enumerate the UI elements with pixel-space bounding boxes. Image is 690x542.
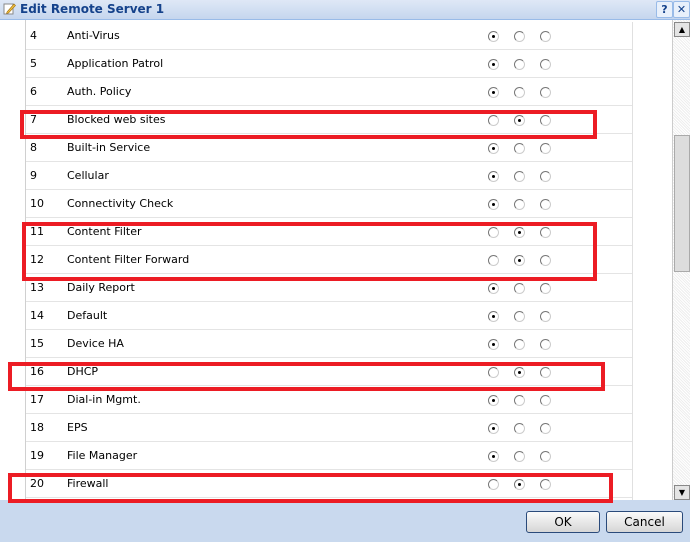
radio-option-3[interactable]: [540, 395, 551, 406]
scroll-down-button[interactable]: ▼: [674, 485, 690, 500]
radio-option-1[interactable]: [488, 395, 499, 406]
highlight-box: [8, 473, 613, 503]
radio-option-2[interactable]: [514, 171, 525, 182]
radio-option-1[interactable]: [488, 339, 499, 350]
highlight-box: [20, 110, 597, 139]
help-button[interactable]: ?: [656, 1, 673, 18]
radio-option-3[interactable]: [540, 31, 551, 42]
row-number: 4: [30, 29, 37, 42]
highlight-box: [8, 362, 605, 391]
radio-option-2[interactable]: [514, 451, 525, 462]
radio-option-2[interactable]: [514, 199, 525, 210]
radio-option-2[interactable]: [514, 283, 525, 294]
row-number: 10: [30, 197, 44, 210]
table-row: 18 EPS: [26, 414, 632, 442]
radio-option-2[interactable]: [514, 87, 525, 98]
scroll-thumb[interactable]: [674, 135, 690, 272]
radio-option-3[interactable]: [540, 87, 551, 98]
highlight-box: [22, 222, 597, 281]
row-name: Application Patrol: [67, 57, 164, 70]
radio-option-3[interactable]: [540, 451, 551, 462]
radio-option-1[interactable]: [488, 451, 499, 462]
radio-option-3[interactable]: [540, 423, 551, 434]
row-name: Daily Report: [67, 281, 135, 294]
radio-option-1[interactable]: [488, 87, 499, 98]
ok-button[interactable]: OK: [526, 511, 600, 533]
table-row: 5 Application Patrol: [26, 50, 632, 78]
radio-option-1[interactable]: [488, 171, 499, 182]
row-number: 19: [30, 449, 44, 462]
row-number: 8: [30, 141, 37, 154]
table-row: 19 File Manager: [26, 442, 632, 470]
row-number: 15: [30, 337, 44, 350]
radio-option-3[interactable]: [540, 59, 551, 70]
radio-option-3[interactable]: [540, 339, 551, 350]
radio-option-3[interactable]: [540, 143, 551, 154]
row-name: Device HA: [67, 337, 124, 350]
row-name: Default: [67, 309, 108, 322]
cancel-button[interactable]: Cancel: [606, 511, 683, 533]
row-number: 14: [30, 309, 44, 322]
table-row: 6 Auth. Policy: [26, 78, 632, 106]
radio-option-2[interactable]: [514, 59, 525, 70]
radio-option-3[interactable]: [540, 171, 551, 182]
row-number: 9: [30, 169, 37, 182]
radio-option-2[interactable]: [514, 311, 525, 322]
table-row: 15 Device HA: [26, 330, 632, 358]
row-name: File Manager: [67, 449, 138, 462]
row-number: 18: [30, 421, 44, 434]
window-title: Edit Remote Server 1: [20, 2, 165, 16]
row-name: Built-in Service: [67, 141, 151, 154]
row-name: Anti-Virus: [67, 29, 120, 42]
close-button[interactable]: ✕: [673, 1, 690, 18]
scroll-up-button[interactable]: ▲: [674, 22, 690, 37]
radio-option-2[interactable]: [514, 423, 525, 434]
table-row: 9 Cellular: [26, 162, 632, 190]
radio-option-3[interactable]: [540, 199, 551, 210]
row-number: 13: [30, 281, 44, 294]
title-bar: Edit Remote Server 1 ? ✕: [0, 0, 690, 20]
radio-option-1[interactable]: [488, 31, 499, 42]
row-name: Cellular: [67, 169, 109, 182]
table-row: 14 Default: [26, 302, 632, 330]
radio-option-2[interactable]: [514, 143, 525, 154]
row-name: Connectivity Check: [67, 197, 174, 210]
row-name: Auth. Policy: [67, 85, 132, 98]
radio-option-2[interactable]: [514, 31, 525, 42]
radio-option-1[interactable]: [488, 59, 499, 70]
radio-option-1[interactable]: [488, 199, 499, 210]
radio-option-2[interactable]: [514, 395, 525, 406]
vertical-scrollbar[interactable]: ▲ ▼: [672, 20, 690, 500]
radio-option-3[interactable]: [540, 311, 551, 322]
row-number: 5: [30, 57, 37, 70]
row-number: 6: [30, 85, 37, 98]
row-name: EPS: [67, 421, 88, 434]
radio-option-1[interactable]: [488, 283, 499, 294]
table-row: 4 Anti-Virus: [26, 22, 632, 50]
radio-option-2[interactable]: [514, 339, 525, 350]
radio-option-3[interactable]: [540, 283, 551, 294]
pencil-icon: [3, 3, 16, 15]
radio-option-1[interactable]: [488, 143, 499, 154]
table-row: 10 Connectivity Check: [26, 190, 632, 218]
radio-option-1[interactable]: [488, 423, 499, 434]
row-name: Dial-in Mgmt.: [67, 393, 141, 406]
row-number: 17: [30, 393, 44, 406]
radio-option-1[interactable]: [488, 311, 499, 322]
